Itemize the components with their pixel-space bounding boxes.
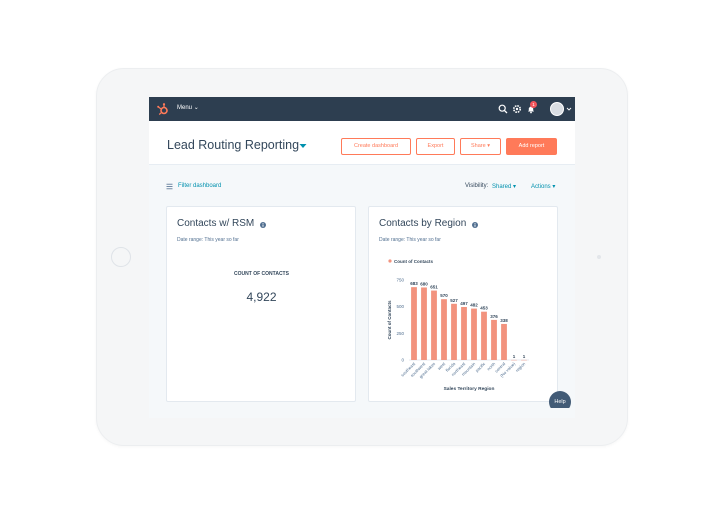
bar-value-label: 680 <box>420 281 428 286</box>
chevron-down-icon <box>566 107 572 111</box>
caret-down-icon: ▾ <box>552 184 556 190</box>
actions-label: Actions <box>531 184 551 190</box>
export-button[interactable]: Export <box>416 138 455 155</box>
bar <box>441 299 447 360</box>
dashboard-header: Lead Routing Reporting Create dashboard … <box>149 121 575 165</box>
info-icon[interactable] <box>472 222 478 228</box>
filter-icon[interactable] <box>166 183 173 190</box>
visibility-value: Shared <box>492 184 512 190</box>
dashboard-toolbar: Filter dashboard Visibility: Shared ▾ Ac… <box>149 179 575 195</box>
app-screen: Menu ⌄ 1 Lead Routing Reporting Create d… <box>149 97 575 418</box>
bar <box>451 303 457 360</box>
menu-dropdown[interactable]: Menu ⌄ <box>177 104 199 111</box>
x-axis-label: Sales Territory Region <box>444 386 495 392</box>
top-navigation: Menu ⌄ 1 <box>149 97 575 121</box>
y-tick-label: 0 <box>401 358 404 363</box>
bar-value-label: 497 <box>460 301 468 306</box>
bar <box>501 323 507 360</box>
contacts-rsm-card[interactable]: Contacts w/ RSM Date range: This year so… <box>166 206 356 402</box>
y-axis-label: Count of Contacts <box>387 300 392 339</box>
bar <box>491 319 497 360</box>
settings-icon[interactable] <box>512 104 522 114</box>
x-tick-label: region <box>514 361 526 373</box>
bar-value-label: 376 <box>490 314 498 319</box>
bar <box>461 306 467 360</box>
hubspot-sprocket-icon[interactable] <box>156 102 170 116</box>
share-label: Share <box>471 143 486 149</box>
legend-swatch <box>388 259 392 263</box>
search-icon[interactable] <box>498 104 508 114</box>
visibility-dropdown[interactable]: Shared ▾ <box>492 183 516 190</box>
notification-badge: 1 <box>530 101 537 108</box>
y-tick-label: 500 <box>396 304 404 309</box>
menu-label: Menu <box>177 105 193 111</box>
kpi-value: 4,922 <box>246 290 277 304</box>
bar <box>471 308 477 360</box>
page-title[interactable]: Lead Routing Reporting <box>167 138 299 152</box>
bar <box>431 290 437 360</box>
bar-value-label: 527 <box>450 298 458 303</box>
card-title: Contacts w/ RSM <box>177 218 255 229</box>
chevron-down-icon[interactable] <box>299 143 307 149</box>
bar-value-label: 482 <box>470 303 478 308</box>
bar-value-label: 570 <box>440 293 448 298</box>
bar-value-label: 683 <box>410 281 418 286</box>
bar <box>421 287 427 360</box>
tablet-camera <box>597 255 601 259</box>
visibility-label: Visibility: <box>465 183 489 189</box>
bar-value-label: 651 <box>430 285 438 290</box>
chevron-down-icon: ⌄ <box>193 105 199 111</box>
next-row-placeholder <box>149 408 575 418</box>
date-range-text: Date range: This year so far <box>177 237 239 243</box>
legend-label: Count of Contacts <box>394 259 433 264</box>
card-title: Contacts by Region <box>379 218 467 229</box>
bar-value-label: 453 <box>480 306 488 311</box>
y-tick-label: 750 <box>396 278 404 283</box>
bar <box>411 287 417 360</box>
x-tick-label: pacific <box>474 361 486 373</box>
tablet-home-button <box>111 247 131 267</box>
bar-value-label: 1 <box>513 354 516 359</box>
caret-down-icon: ▾ <box>487 143 490 149</box>
kpi-label: COUNT OF CONTACTS <box>234 271 289 277</box>
contacts-by-region-chart: Count of Contacts 0 250 500 750 Count of Cont… <box>387 259 529 392</box>
bar <box>481 311 487 360</box>
actions-dropdown[interactable]: Actions ▾ <box>531 183 555 190</box>
add-report-button[interactable]: Add report <box>506 138 557 155</box>
filter-dashboard-link[interactable]: Filter dashboard <box>178 183 221 189</box>
contacts-by-region-card[interactable]: Contacts by Region Date range: This year… <box>368 206 558 402</box>
avatar[interactable] <box>550 102 564 116</box>
y-tick-label: 250 <box>396 331 404 336</box>
bar-value-label: 1 <box>523 354 526 359</box>
info-icon[interactable] <box>260 222 266 228</box>
date-range-text: Date range: This year so far <box>379 237 441 243</box>
caret-down-icon: ▾ <box>513 184 517 190</box>
bar-value-label: 338 <box>500 318 508 323</box>
create-dashboard-button[interactable]: Create dashboard <box>341 138 411 155</box>
share-button[interactable]: Share ▾ <box>460 138 501 155</box>
